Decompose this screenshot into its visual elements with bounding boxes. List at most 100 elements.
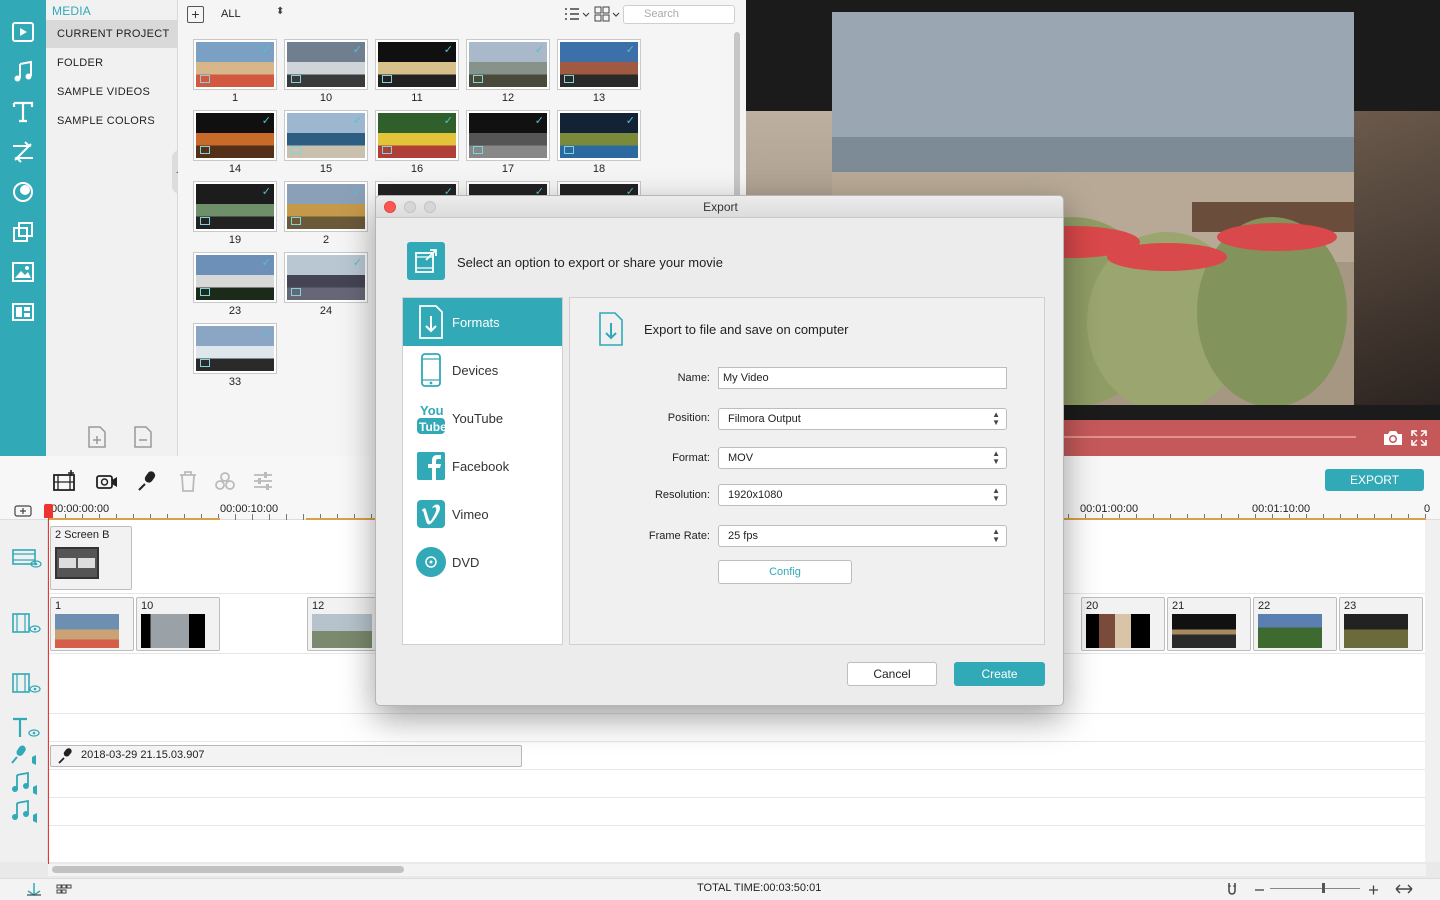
video-clip[interactable]: 10 bbox=[136, 597, 220, 651]
check-icon: ✓ bbox=[443, 44, 453, 56]
share-option-label: Vimeo bbox=[452, 507, 489, 522]
track-divider bbox=[48, 741, 1426, 742]
video-track-icon[interactable] bbox=[10, 612, 42, 636]
media-thumbnail[interactable]: ✓ 11 bbox=[375, 39, 459, 107]
split-screen-icon[interactable] bbox=[9, 298, 37, 326]
ruler-label: 0 bbox=[1424, 503, 1431, 515]
adjust-sliders-icon[interactable] bbox=[251, 470, 275, 492]
share-option-vimeo[interactable]: Vimeo bbox=[403, 490, 562, 538]
record-voiceover-icon[interactable] bbox=[136, 470, 160, 492]
zoom-slider-handle[interactable] bbox=[1322, 883, 1325, 893]
format-select[interactable]: MOV ▲ ▼ bbox=[718, 447, 1007, 469]
svg-text:Tube: Tube bbox=[419, 420, 447, 434]
render-preview-icon[interactable] bbox=[26, 882, 42, 896]
video-track-icon[interactable] bbox=[10, 672, 42, 696]
voiceover-track-icon[interactable] bbox=[10, 744, 42, 768]
music-icon[interactable] bbox=[9, 58, 37, 86]
overlay-icon[interactable] bbox=[9, 218, 37, 246]
framerate-label: Frame Rate: bbox=[648, 530, 710, 542]
camera-icon[interactable] bbox=[1382, 429, 1404, 447]
media-category-current-project[interactable]: CURRENT PROJECT bbox=[46, 20, 178, 48]
music-track-icon[interactable] bbox=[10, 771, 42, 796]
playhead[interactable] bbox=[48, 504, 49, 864]
share-option-formats[interactable]: Formats bbox=[403, 298, 562, 346]
zoom-in-icon[interactable] bbox=[1366, 882, 1382, 896]
image-type-icon bbox=[473, 146, 483, 154]
media-thumbnail[interactable]: ✓ 2 bbox=[284, 181, 368, 249]
media-category-folder[interactable]: FOLDER bbox=[46, 49, 178, 77]
dialog-titlebar[interactable]: Export bbox=[376, 196, 1063, 218]
text-icon[interactable] bbox=[9, 98, 37, 126]
media-thumbnail[interactable]: ✓ 12 bbox=[466, 39, 550, 107]
record-webcam-icon[interactable] bbox=[95, 470, 119, 492]
resolution-select[interactable]: 1920x1080 ▲ ▼ bbox=[718, 484, 1007, 506]
create-button[interactable]: Create bbox=[954, 662, 1045, 686]
timeline-scrollbar[interactable] bbox=[52, 866, 404, 873]
video-clip[interactable]: 12 bbox=[307, 597, 377, 651]
export-button[interactable]: EXPORT bbox=[1325, 469, 1424, 491]
media-thumbnail[interactable]: ✓ 13 bbox=[557, 39, 641, 107]
new-folder-icon[interactable] bbox=[86, 425, 108, 449]
media-icon[interactable] bbox=[9, 18, 37, 46]
zoom-out-icon[interactable] bbox=[1252, 882, 1268, 896]
pip-track-icon[interactable] bbox=[10, 546, 42, 570]
media-thumbnail[interactable]: ✓ 18 bbox=[557, 110, 641, 178]
filter-icon[interactable] bbox=[9, 178, 37, 206]
share-option-label: Devices bbox=[452, 363, 499, 378]
clip-label: 1 bbox=[55, 600, 62, 612]
media-thumbnail[interactable]: ✓ 33 bbox=[193, 323, 277, 391]
share-option-youtube[interactable]: You Tube YouTube bbox=[403, 394, 562, 442]
library-scrollbar[interactable] bbox=[734, 32, 740, 202]
video-clip[interactable]: 23 bbox=[1339, 597, 1423, 651]
video-clip[interactable]: 20 bbox=[1081, 597, 1165, 651]
element-icon[interactable] bbox=[9, 258, 37, 286]
media-thumbnail[interactable]: ✓ 1 bbox=[193, 39, 277, 107]
grid-view-icon[interactable] bbox=[56, 882, 72, 896]
snap-magnet-icon[interactable] bbox=[1224, 882, 1240, 896]
thumbnail-frame: ✓ bbox=[193, 39, 277, 90]
delete-folder-icon[interactable] bbox=[132, 425, 154, 449]
add-track-icon[interactable] bbox=[52, 470, 76, 492]
voiceover-clip[interactable]: 2018-03-29 21.15.03.907 bbox=[50, 745, 522, 767]
media-category-sample-colors[interactable]: SAMPLE COLORS bbox=[46, 107, 178, 135]
framerate-select[interactable]: 25 fps ▲ ▼ bbox=[718, 525, 1007, 547]
media-category-sample-videos[interactable]: SAMPLE VIDEOS bbox=[46, 78, 178, 106]
trash-icon[interactable] bbox=[176, 470, 200, 492]
clip-thumbnail bbox=[1172, 614, 1236, 648]
zoom-slider[interactable] bbox=[1270, 888, 1360, 889]
config-button[interactable]: Config bbox=[718, 560, 852, 584]
svg-text:You: You bbox=[420, 403, 444, 418]
music-track-icon[interactable] bbox=[10, 799, 42, 824]
media-thumbnail[interactable]: ✓ 17 bbox=[466, 110, 550, 178]
media-thumbnail[interactable]: ✓ 23 bbox=[193, 252, 277, 320]
image-type-icon bbox=[200, 359, 210, 367]
share-option-facebook[interactable]: Facebook bbox=[403, 442, 562, 490]
thumbnail-image: ✓ bbox=[196, 255, 274, 300]
text-track-icon[interactable] bbox=[10, 716, 42, 740]
fullscreen-icon[interactable] bbox=[1410, 429, 1428, 447]
video-clip[interactable]: 21 bbox=[1167, 597, 1251, 651]
share-option-devices[interactable]: Devices bbox=[403, 346, 562, 394]
video-clip[interactable]: 22 bbox=[1253, 597, 1337, 651]
name-input[interactable] bbox=[718, 367, 1007, 389]
video-clip[interactable]: 1 bbox=[50, 597, 134, 651]
media-thumbnail[interactable]: ✓ 14 bbox=[193, 110, 277, 178]
position-select[interactable]: Filmora Output ▲ ▼ bbox=[718, 408, 1007, 430]
media-thumbnail[interactable]: ✓ 10 bbox=[284, 39, 368, 107]
add-marker-icon[interactable] bbox=[14, 505, 32, 517]
clip-label: 22 bbox=[1258, 600, 1271, 612]
ruler-label: 00:00:00:00 bbox=[51, 503, 110, 515]
share-option-dvd[interactable]: DVD bbox=[403, 538, 562, 586]
fit-timeline-icon[interactable] bbox=[1394, 882, 1414, 896]
media-thumbnail[interactable]: ✓ 19 bbox=[193, 181, 277, 249]
thumbnail-label: 13 bbox=[592, 92, 606, 104]
facebook-icon bbox=[415, 449, 447, 483]
color-tuning-icon[interactable] bbox=[213, 470, 237, 492]
transition-icon[interactable] bbox=[9, 138, 37, 166]
cancel-button[interactable]: Cancel bbox=[847, 662, 937, 686]
media-thumbnail[interactable]: ✓ 24 bbox=[284, 252, 368, 320]
media-thumbnail[interactable]: ✓ 16 bbox=[375, 110, 459, 178]
pip-clip[interactable]: 2 Screen B bbox=[50, 526, 132, 590]
dialog-header-text: Select an option to export or share your… bbox=[457, 255, 723, 270]
media-thumbnail[interactable]: ✓ 15 bbox=[284, 110, 368, 178]
